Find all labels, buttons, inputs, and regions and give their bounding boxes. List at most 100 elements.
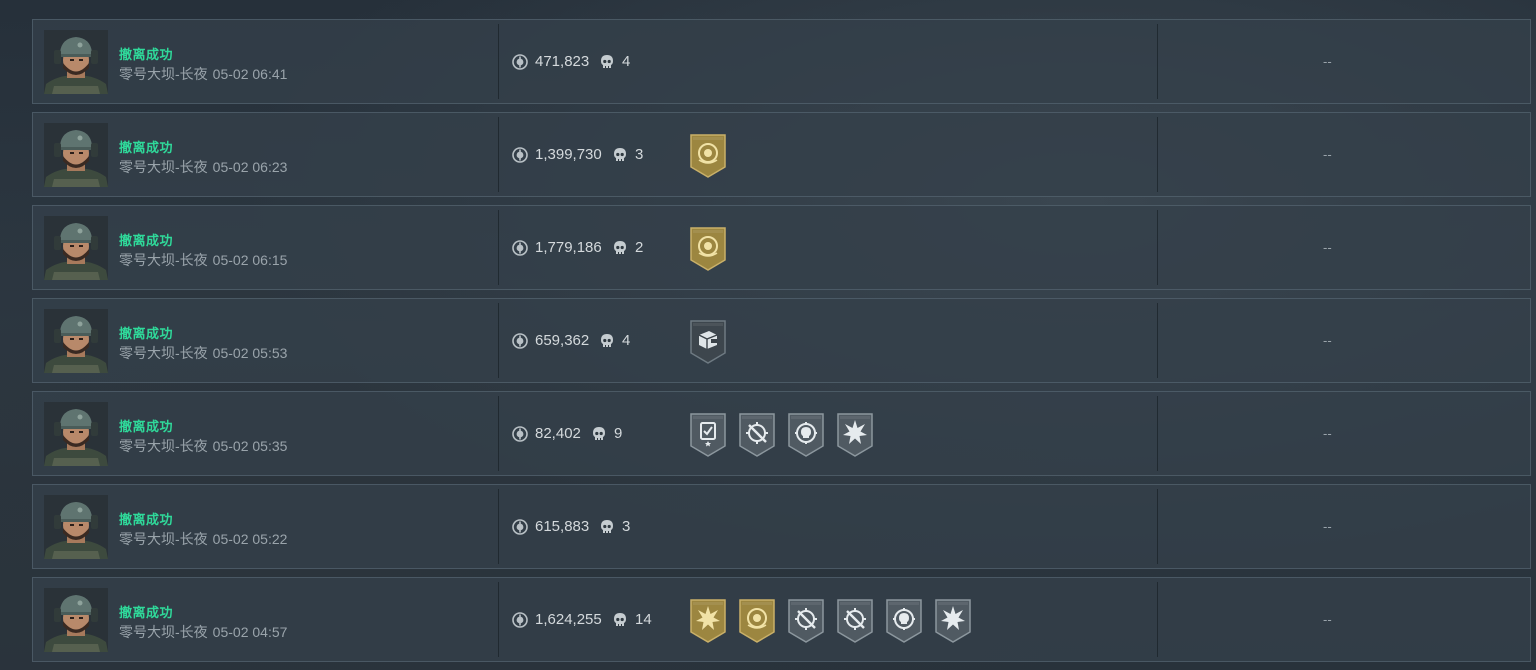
skull-icon <box>600 519 614 535</box>
extra-info: -- <box>1323 426 1332 441</box>
map-name: 零号大坝-长夜 <box>119 66 208 82</box>
skull-icon <box>600 54 614 70</box>
operator-avatar <box>44 588 108 652</box>
map-name: 零号大坝-长夜 <box>119 345 208 361</box>
column-divider <box>1157 582 1158 657</box>
extraction-status: 撤离成功 <box>119 512 174 527</box>
extra-info: -- <box>1323 612 1332 627</box>
match-row[interactable]: 撤离成功 零号大坝-长夜 05-02 06:15 1,779,186 2 -- <box>32 205 1531 290</box>
loot-value: 82,402 <box>535 425 581 442</box>
match-time: 05-02 05:22 <box>212 531 288 547</box>
column-divider <box>498 117 499 192</box>
cargo-icon[interactable] <box>689 319 727 365</box>
match-info: 零号大坝-长夜 05-02 06:15 <box>119 250 287 270</box>
loot-value: 1,399,730 <box>535 146 602 163</box>
extraction-status: 撤离成功 <box>119 233 174 248</box>
operator-avatar <box>44 216 108 280</box>
coin-icon <box>512 519 528 535</box>
coin-emblem-icon[interactable] <box>738 598 776 644</box>
clipboard-star-icon[interactable] <box>689 412 727 458</box>
column-divider <box>1157 210 1158 285</box>
extra-info: -- <box>1323 519 1332 534</box>
kill-count: 3 <box>635 146 644 163</box>
column-divider <box>1157 396 1158 471</box>
kill-count: 14 <box>635 611 652 628</box>
burst-icon[interactable] <box>836 412 874 458</box>
skull-target-icon[interactable] <box>787 412 825 458</box>
loot-value: 1,779,186 <box>535 239 602 256</box>
extraction-status: 撤离成功 <box>119 419 174 434</box>
column-divider <box>1157 303 1158 378</box>
match-info: 零号大坝-长夜 05-02 05:53 <box>119 343 287 363</box>
skull-icon <box>613 612 627 628</box>
coin-icon <box>512 240 528 256</box>
map-name: 零号大坝-长夜 <box>119 624 208 640</box>
column-divider <box>498 24 499 99</box>
column-divider <box>498 210 499 285</box>
coin-emblem-icon[interactable] <box>689 133 727 179</box>
achievement-badges <box>689 598 972 644</box>
map-name: 零号大坝-长夜 <box>119 531 208 547</box>
extraction-status: 撤离成功 <box>119 326 174 341</box>
operator-avatar <box>44 402 108 466</box>
match-row[interactable]: 撤离成功 零号大坝-长夜 05-02 04:57 1,624,255 14 -- <box>32 577 1531 662</box>
match-info: 零号大坝-长夜 05-02 05:22 <box>119 529 287 549</box>
kill-count: 4 <box>622 53 631 70</box>
match-row[interactable]: 撤离成功 零号大坝-长夜 05-02 06:41 471,823 4 -- <box>32 19 1531 104</box>
map-name: 零号大坝-长夜 <box>119 438 208 454</box>
column-divider <box>1157 24 1158 99</box>
achievement-badges <box>689 226 727 272</box>
skull-icon <box>613 147 627 163</box>
operator-avatar <box>44 495 108 559</box>
loot-value: 659,362 <box>535 332 590 349</box>
match-row[interactable]: 撤离成功 零号大坝-长夜 05-02 05:35 82,402 9 -- <box>32 391 1531 476</box>
kill-count: 3 <box>622 518 631 535</box>
match-time: 05-02 06:15 <box>212 252 288 268</box>
column-divider <box>498 582 499 657</box>
skull-icon <box>600 333 614 349</box>
match-time: 05-02 05:35 <box>212 438 288 454</box>
column-divider <box>1157 489 1158 564</box>
extraction-status: 撤离成功 <box>119 140 174 155</box>
crosshair-slash-icon[interactable] <box>738 412 776 458</box>
column-divider <box>498 396 499 471</box>
coin-icon <box>512 333 528 349</box>
skull-target-icon[interactable] <box>885 598 923 644</box>
burst-icon[interactable] <box>689 598 727 644</box>
extra-info: -- <box>1323 54 1332 69</box>
match-info: 零号大坝-长夜 05-02 06:23 <box>119 157 287 177</box>
match-info: 零号大坝-长夜 05-02 05:35 <box>119 436 287 456</box>
match-row[interactable]: 撤离成功 零号大坝-长夜 05-02 06:23 1,399,730 3 -- <box>32 112 1531 197</box>
kill-count: 9 <box>614 425 623 442</box>
kill-count: 4 <box>622 332 631 349</box>
match-row[interactable]: 撤离成功 零号大坝-长夜 05-02 05:53 659,362 4 -- <box>32 298 1531 383</box>
match-row[interactable]: 撤离成功 零号大坝-长夜 05-02 05:22 615,883 3 -- <box>32 484 1531 569</box>
crosshair-slash-icon[interactable] <box>836 598 874 644</box>
map-name: 零号大坝-长夜 <box>119 252 208 268</box>
coin-icon <box>512 54 528 70</box>
operator-avatar <box>44 30 108 94</box>
coin-icon <box>512 147 528 163</box>
achievement-badges <box>689 133 727 179</box>
column-divider <box>1157 117 1158 192</box>
kill-count: 2 <box>635 239 644 256</box>
column-divider <box>498 303 499 378</box>
extraction-status: 撤离成功 <box>119 605 174 620</box>
match-time: 05-02 06:41 <box>212 66 288 82</box>
match-time: 05-02 04:57 <box>212 624 288 640</box>
match-info: 零号大坝-长夜 05-02 04:57 <box>119 622 287 642</box>
loot-value: 1,624,255 <box>535 611 602 628</box>
coin-emblem-icon[interactable] <box>689 226 727 272</box>
crosshair-slash-icon[interactable] <box>787 598 825 644</box>
extra-info: -- <box>1323 240 1332 255</box>
loot-value: 471,823 <box>535 53 590 70</box>
extra-info: -- <box>1323 147 1332 162</box>
operator-avatar <box>44 123 108 187</box>
extra-info: -- <box>1323 333 1332 348</box>
skull-icon <box>613 240 627 256</box>
match-info: 零号大坝-长夜 05-02 06:41 <box>119 64 287 84</box>
loot-value: 615,883 <box>535 518 590 535</box>
operator-avatar <box>44 309 108 373</box>
burst-icon[interactable] <box>934 598 972 644</box>
map-name: 零号大坝-长夜 <box>119 159 208 175</box>
